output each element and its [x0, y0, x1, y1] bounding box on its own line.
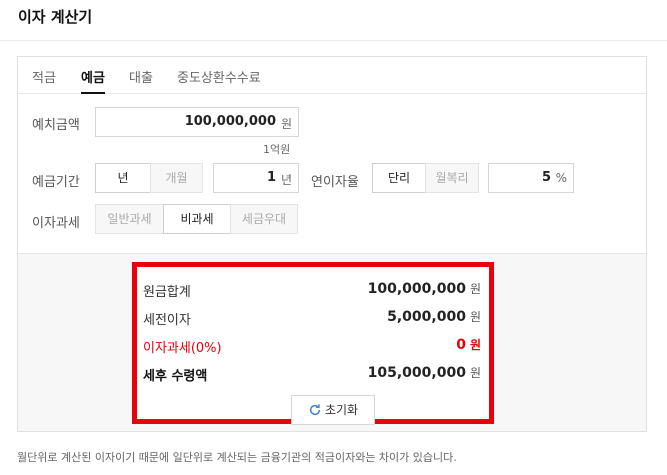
interest-tax-result-label: 이자과세(0%) [143, 341, 222, 356]
reset-label: 초기화 [324, 403, 359, 417]
page-title: 이자 계산기 [18, 8, 93, 26]
interest-rate-value: 5 [541, 170, 551, 185]
net-total-value: 105,000,000 원 [367, 365, 481, 381]
period-unit-month[interactable]: 개월 [150, 163, 203, 193]
deposit-amount-label: 예치금액 [32, 118, 80, 133]
tab-bar: 적금 예금 대출 중도상환수수료 [18, 57, 646, 94]
tax-option-preferential[interactable]: 세금우대 [230, 204, 298, 234]
deposit-amount-unit: 원 [280, 117, 292, 131]
net-total-label: 세후 수령액 [143, 369, 208, 384]
rate-type-simple[interactable]: 단리 [372, 163, 426, 193]
tab-prepayment-fee[interactable]: 중도상환수수료 [177, 67, 261, 94]
pretax-interest-label: 세전이자 [143, 313, 191, 328]
interest-tax-label: 이자과세 [32, 216, 80, 231]
tax-option-general[interactable]: 일반과세 [95, 204, 164, 234]
result-area: 원금합계 100,000,000 원 세전이자 5,000,000 원 이자과세(0… [18, 253, 646, 431]
result-summary-box: 원금합계 100,000,000 원 세전이자 5,000,000 원 이자과세(0… [132, 262, 494, 425]
interest-tax-result-value: 0원 [456, 337, 481, 353]
interest-rate-label: 연이자율 [311, 175, 359, 190]
footnote: 월단위로 계산된 이자이기 때문에 일단위로 계산되는 금융기관의 적금이자와는… [17, 451, 457, 464]
deposit-period-value: 1 [266, 170, 276, 185]
period-unit-year[interactable]: 년 [95, 163, 151, 193]
deposit-period-unit: 년 [280, 173, 292, 187]
refresh-icon [309, 404, 321, 416]
tab-savings[interactable]: 적금 [32, 67, 56, 94]
calculator-card: 적금 예금 대출 중도상환수수료 예치금액 100,000,000 원 1억원 … [17, 56, 647, 432]
interest-rate-input[interactable]: 5 % [488, 163, 574, 193]
tax-option-exempt[interactable]: 비과세 [163, 204, 231, 234]
deposit-amount-input[interactable]: 100,000,000 원 [95, 107, 299, 137]
deposit-amount-hint: 1억원 [263, 143, 291, 156]
pretax-interest-value: 5,000,000 원 [387, 309, 481, 325]
deposit-period-label: 예금기간 [32, 175, 80, 190]
principal-total-value: 100,000,000 원 [367, 281, 481, 297]
tab-loan[interactable]: 대출 [129, 67, 153, 94]
rate-type-monthly-compound[interactable]: 월복리 [425, 163, 479, 193]
title-bar: 이자 계산기 [0, 0, 667, 41]
principal-total-label: 원금합계 [143, 285, 191, 300]
reset-button[interactable]: 초기화 [291, 395, 375, 425]
interest-rate-unit: % [555, 171, 567, 185]
deposit-amount-value: 100,000,000 [184, 114, 276, 129]
deposit-period-input[interactable]: 1 년 [213, 163, 299, 193]
tab-deposit[interactable]: 예금 [81, 67, 105, 94]
